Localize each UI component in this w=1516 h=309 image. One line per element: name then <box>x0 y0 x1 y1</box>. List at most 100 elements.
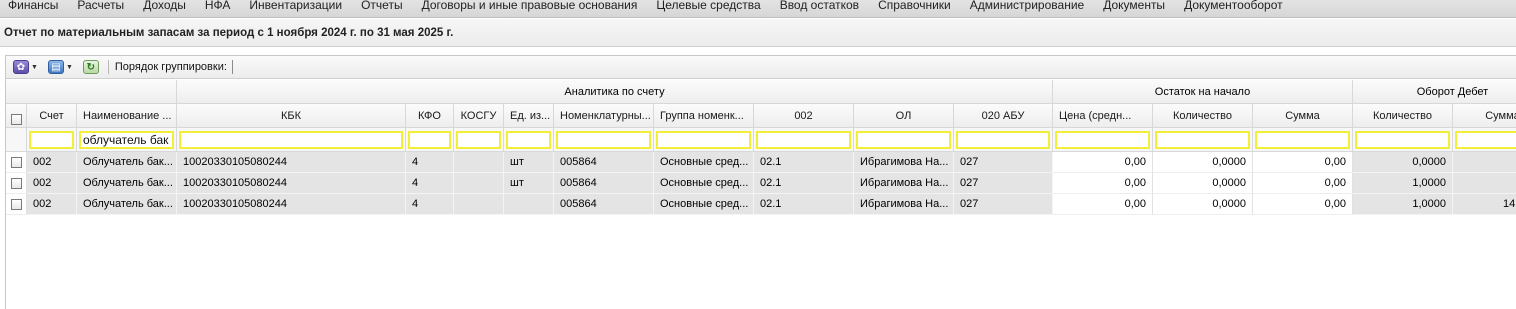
cell-group: Основные сред... <box>654 152 754 173</box>
col-header-sum-opening[interactable]: Сумма <box>1253 104 1353 128</box>
menu-item-inventory[interactable]: Инвентаризации <box>249 0 342 12</box>
cell-price: 0,00 <box>1053 152 1153 173</box>
col-header-nomenclature[interactable]: Номенклатурны... <box>554 104 654 128</box>
cell-kbk: 10020330105080244 <box>177 173 406 194</box>
col-header-qty-debit[interactable]: Количество <box>1353 104 1453 128</box>
filter-group-input[interactable] <box>656 130 751 149</box>
table-row[interactable]: 002 Облучатель бак... 10020330105080244 … <box>6 152 1516 173</box>
report-header: Отчет по материальным запасам за период … <box>0 19 1516 47</box>
row-checkbox[interactable] <box>10 156 22 168</box>
cell-group: Основные сред... <box>654 173 754 194</box>
select-all-checkbox[interactable] <box>10 114 22 125</box>
cell-sum-debit <box>1453 173 1516 194</box>
filter-row <box>6 128 1516 152</box>
filter-name-input[interactable] <box>79 130 174 149</box>
cell-sum-debit <box>1453 152 1516 173</box>
cell-ol: Ибрагимова На... <box>854 152 954 173</box>
table-row[interactable]: 002 Облучатель бак... 10020330105080244 … <box>6 173 1516 194</box>
group-header-empty <box>6 80 177 104</box>
cell-ol: Ибрагимова На... <box>854 194 954 215</box>
filter-kfo-input[interactable] <box>408 130 451 149</box>
filter-account-input[interactable] <box>29 130 74 149</box>
cell-002: 02.1 <box>754 173 854 194</box>
filter-020-abu-input[interactable] <box>956 130 1050 149</box>
menu-item-contracts[interactable]: Договоры и иные правовые основания <box>422 0 638 12</box>
menu-item-income[interactable]: Доходы <box>143 0 186 12</box>
col-header-kosgu[interactable]: КОСГУ <box>454 104 504 128</box>
grouping-order-label: Порядок группировки: <box>114 61 227 73</box>
menu-item-reports[interactable]: Отчеты <box>361 0 402 12</box>
cell-kbk: 10020330105080244 <box>177 194 406 215</box>
cell-account: 002 <box>27 194 77 215</box>
menu-item-balance-input[interactable]: Ввод остатков <box>780 0 859 12</box>
menu-item-documents[interactable]: Документы <box>1103 0 1165 12</box>
group-header-opening-balance: Остаток на начало <box>1053 80 1353 104</box>
cell-qty-opening: 0,0000 <box>1153 152 1253 173</box>
refresh-icon: ↻ <box>82 60 99 74</box>
menu-item-nfa[interactable]: НФА <box>205 0 231 12</box>
filter-qty-opening-input[interactable] <box>1155 130 1250 149</box>
chevron-down-icon: ▼ <box>65 63 73 71</box>
cell-sum-opening: 0,00 <box>1253 173 1353 194</box>
filter-kbk-input[interactable] <box>179 130 403 149</box>
cell-kfo: 4 <box>406 173 454 194</box>
cell-account: 002 <box>27 152 77 173</box>
cell-sum-opening: 0,00 <box>1253 194 1353 215</box>
refresh-button[interactable]: ↻ <box>80 58 102 76</box>
filter-ol-input[interactable] <box>856 130 951 149</box>
cell-qty-debit: 0,0000 <box>1353 152 1453 173</box>
filter-002-input[interactable] <box>756 130 851 149</box>
grid-toolbar: ✿ ▼ ▤ ▼ ↻ Порядок группировки: <box>6 56 1516 79</box>
col-header-group[interactable]: Группа номенк... <box>654 104 754 128</box>
menu-item-directories[interactable]: Справочники <box>878 0 951 12</box>
cell-020-abu: 027 <box>954 194 1053 215</box>
filter-qty-debit-input[interactable] <box>1355 130 1450 149</box>
menu-item-finance[interactable]: Финансы <box>8 0 58 12</box>
col-header-price[interactable]: Цена (средн... <box>1053 104 1153 128</box>
filter-cell-empty <box>6 128 27 152</box>
col-header-ol[interactable]: ОЛ <box>854 104 954 128</box>
cell-qty-opening: 0,0000 <box>1153 173 1253 194</box>
col-header-020-abu[interactable]: 020 АБУ <box>954 104 1053 128</box>
cell-020-abu: 027 <box>954 173 1053 194</box>
filter-nomenclature-input[interactable] <box>556 130 651 149</box>
gear-icon: ✿ <box>13 60 29 74</box>
toolbar-separator <box>107 60 109 74</box>
cell-nomenclature: 005864 <box>554 173 654 194</box>
print-icon: ▤ <box>47 60 64 74</box>
cell-kbk: 10020330105080244 <box>177 152 406 173</box>
col-header-name[interactable]: Наименование ... <box>77 104 177 128</box>
print-menu-button[interactable]: ▤ ▼ <box>45 58 76 76</box>
grouping-drop-zone[interactable] <box>231 60 233 74</box>
row-checkbox[interactable] <box>10 177 22 189</box>
page-title: Отчет по материальным запасам за период … <box>4 27 454 39</box>
col-header-kfo[interactable]: КФО <box>406 104 454 128</box>
col-header-account[interactable]: Счет <box>27 104 77 128</box>
menu-item-administration[interactable]: Администрирование <box>970 0 1084 12</box>
cell-kfo: 4 <box>406 152 454 173</box>
filter-kosgu-input[interactable] <box>456 130 501 149</box>
filter-unit-input[interactable] <box>506 130 551 149</box>
table-row[interactable]: 002 Облучатель бак... 10020330105080244 … <box>6 194 1516 215</box>
col-header-unit[interactable]: Ед. из... <box>504 104 554 128</box>
filter-sum-debit-input[interactable] <box>1455 130 1516 149</box>
cell-nomenclature: 005864 <box>554 194 654 215</box>
cell-kfo: 4 <box>406 194 454 215</box>
cell-kosgu <box>454 152 504 173</box>
settings-menu-button[interactable]: ✿ ▼ <box>10 58 41 76</box>
menu-item-settlements[interactable]: Расчеты <box>77 0 124 12</box>
report-panel: ✿ ▼ ▤ ▼ ↻ Порядок группировки: Аналитика… <box>5 55 1516 309</box>
col-header-002[interactable]: 002 <box>754 104 854 128</box>
col-header-qty-opening[interactable]: Количество <box>1153 104 1253 128</box>
cell-ol: Ибрагимова На... <box>854 173 954 194</box>
cell-name: Облучатель бак... <box>77 173 177 194</box>
cell-price: 0,00 <box>1053 173 1153 194</box>
cell-nomenclature: 005864 <box>554 152 654 173</box>
filter-sum-opening-input[interactable] <box>1255 130 1350 149</box>
menu-item-target-funds[interactable]: Целевые средства <box>656 0 760 12</box>
col-header-kbk[interactable]: КБК <box>177 104 406 128</box>
filter-price-input[interactable] <box>1055 130 1150 149</box>
col-header-sum-debit[interactable]: Сумма <box>1453 104 1516 128</box>
menu-item-document-flow[interactable]: Документооборот <box>1184 0 1283 12</box>
row-checkbox[interactable] <box>10 198 22 210</box>
